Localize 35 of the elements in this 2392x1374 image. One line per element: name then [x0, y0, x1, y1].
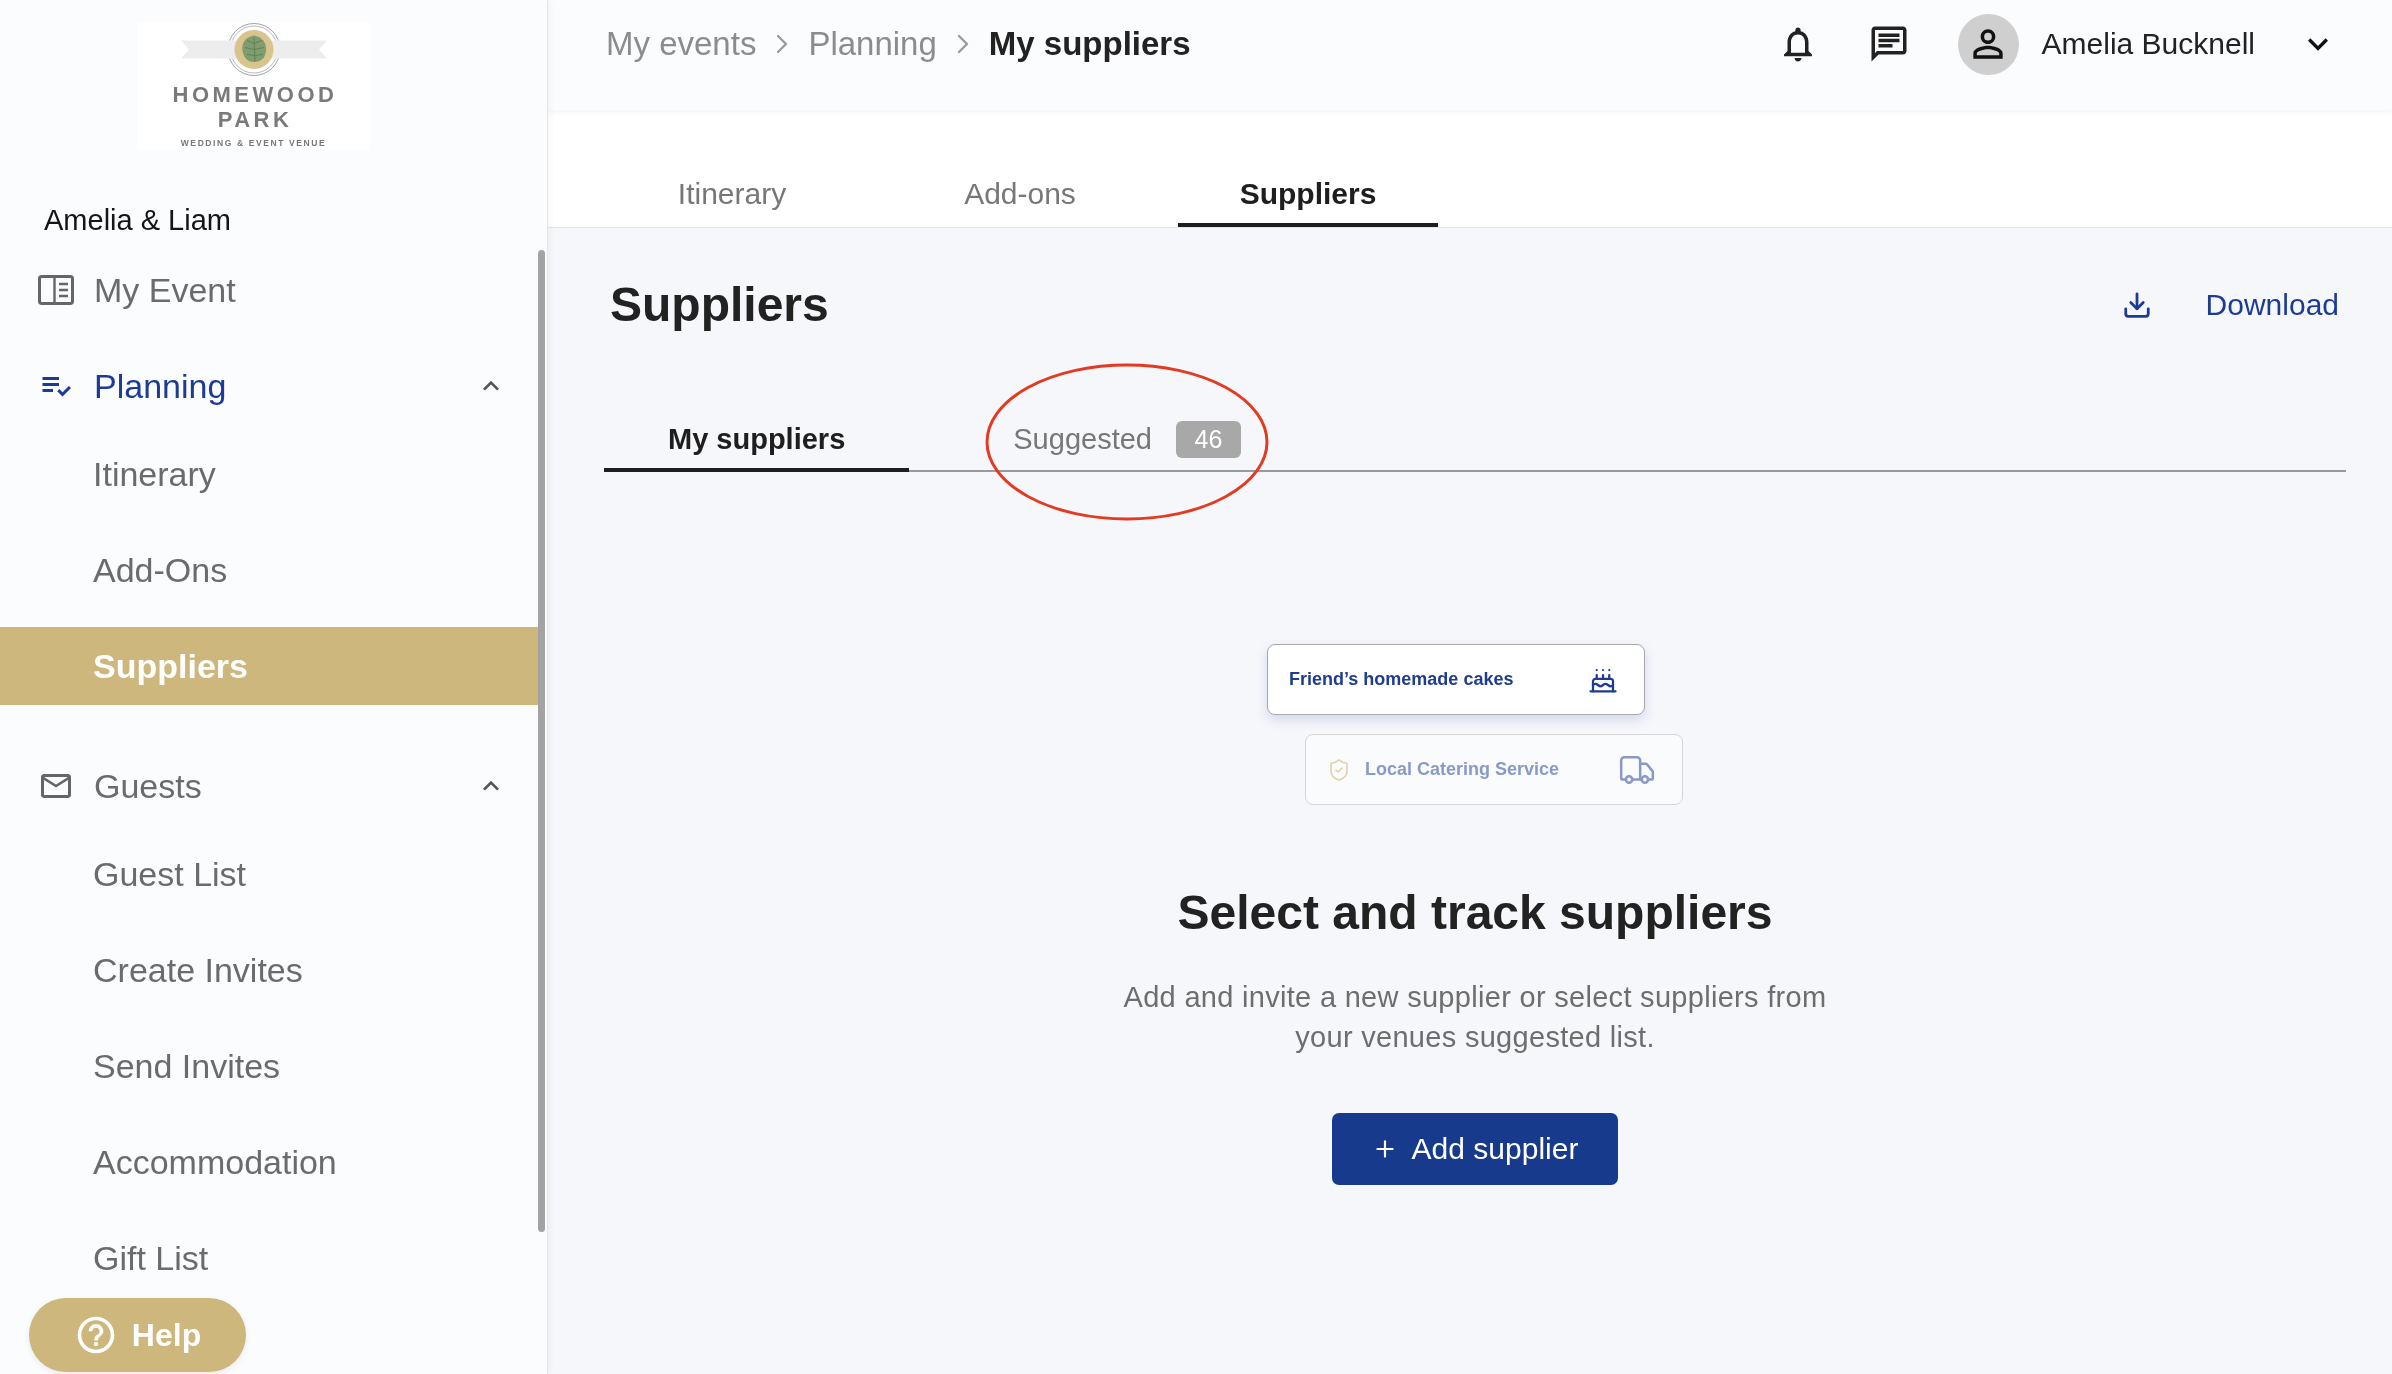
logo-tagline: WEDDING & EVENT VENUE — [180, 138, 327, 149]
chevron-right-icon — [956, 34, 969, 54]
nav-subitem[interactable]: Create Invites — [0, 931, 539, 1009]
chevron-right-icon — [776, 34, 789, 54]
nav-item[interactable]: My Event — [0, 251, 547, 329]
empty-state-title: Select and track suppliers — [1177, 885, 1773, 941]
add-supplier-button[interactable]: Add supplier — [1331, 1113, 1619, 1185]
reader-icon — [38, 275, 74, 305]
nav-subitem[interactable]: Itinerary — [0, 435, 539, 513]
nav-item[interactable]: Planning — [0, 347, 547, 425]
user-name[interactable]: Amelia Bucknell — [2041, 27, 2255, 61]
page-title: Suppliers — [610, 278, 829, 332]
event-name: Amelia & Liam — [44, 203, 231, 238]
nav-item[interactable]: Guests — [0, 747, 547, 825]
nav-subitem[interactable]: Accommodation — [0, 1123, 539, 1201]
card-label: Friend’s homemade cakes — [1289, 669, 1514, 690]
breadcrumb-link[interactable]: Planning — [808, 25, 937, 63]
breadcrumb-current: My suppliers — [988, 25, 1191, 63]
count-badge: 46 — [1175, 420, 1241, 458]
tab[interactable]: Suggested 46 — [949, 410, 1305, 472]
tab[interactable]: Itinerary — [602, 159, 862, 227]
empty-state-description: Add and invite a new supplier or select suppliers from your venues suggested list. — [1122, 980, 1828, 1055]
nav-subitem[interactable]: Add-Ons — [0, 531, 539, 609]
tab[interactable]: Add-ons — [890, 159, 1150, 227]
nav-subitem[interactable]: Guest List — [0, 835, 539, 913]
download-icon — [2121, 290, 2152, 320]
leaf-emblem-icon — [178, 23, 329, 76]
nav-subitem[interactable]: Send Invites — [0, 1027, 539, 1105]
tab[interactable]: My suppliers — [604, 410, 910, 472]
logo-name: HOMEWOOD PARK — [171, 82, 339, 132]
nav-subitem[interactable]: Gift List — [0, 1219, 539, 1297]
scrollbar-thumb[interactable] — [538, 250, 545, 1232]
card-label: Local Catering Service — [1365, 759, 1560, 780]
download-link[interactable]: Download — [2121, 288, 2339, 322]
breadcrumb-link[interactable]: My events — [606, 25, 757, 63]
